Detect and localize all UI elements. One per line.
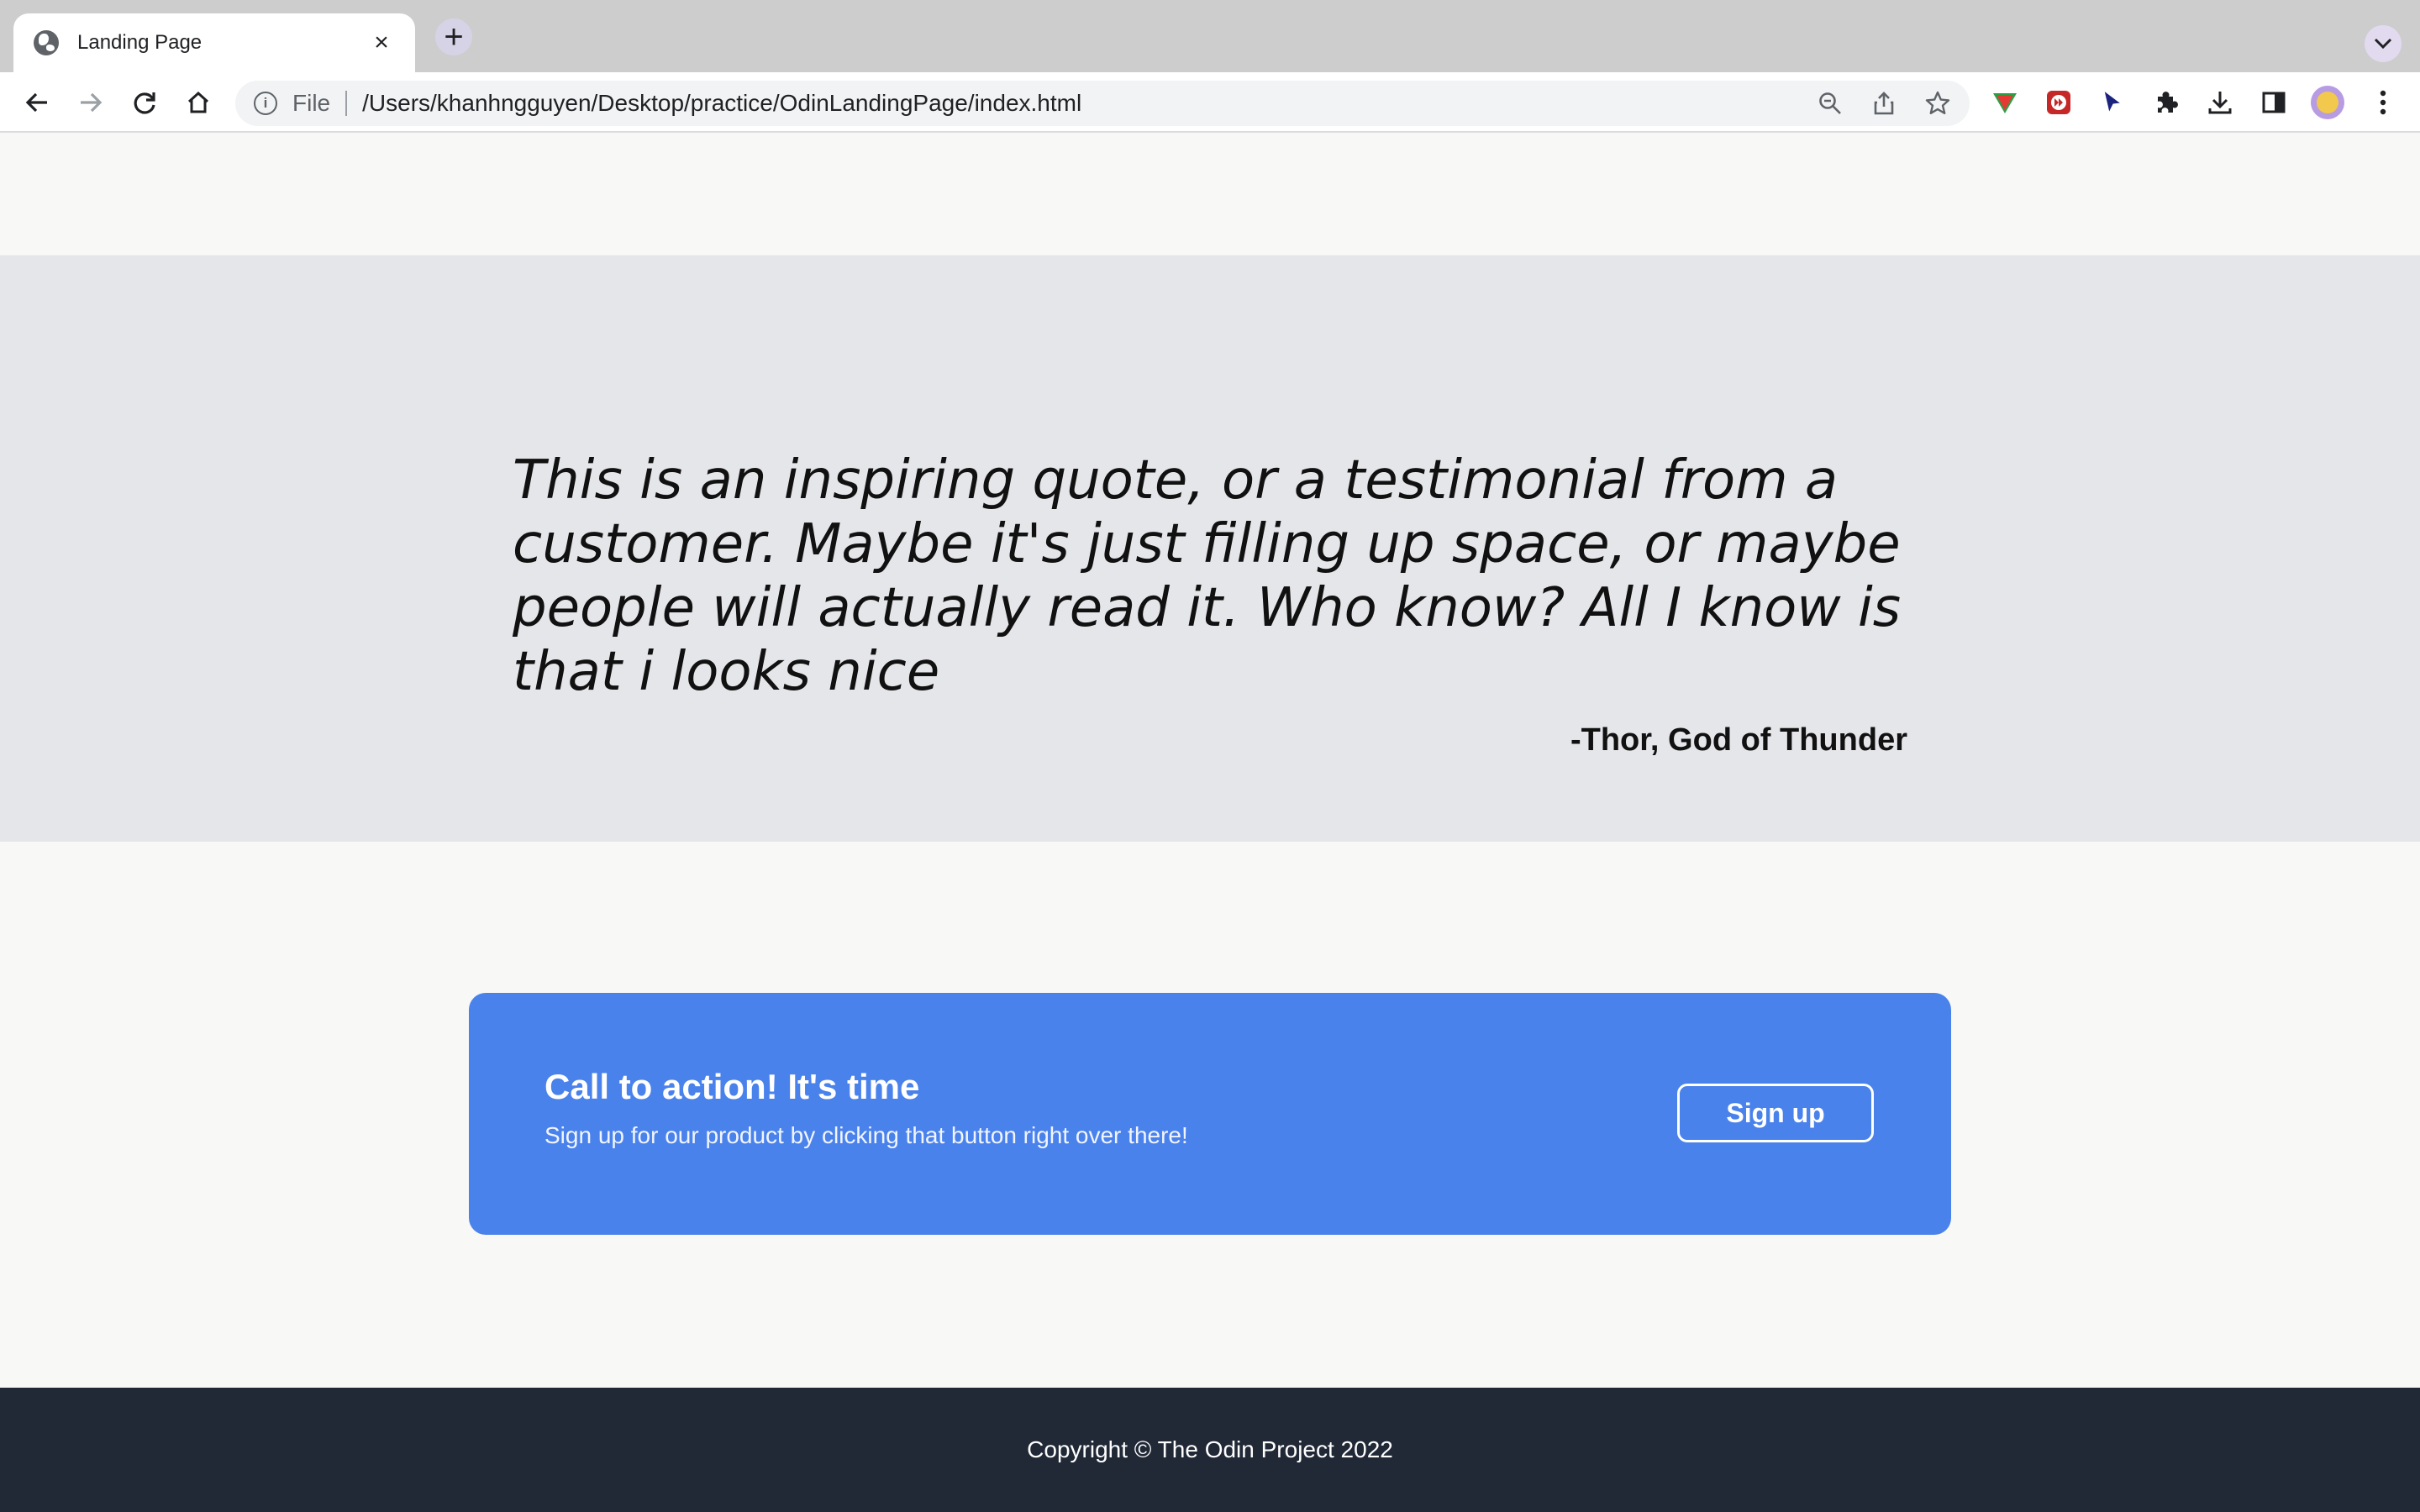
side-panel-button[interactable] bbox=[2255, 84, 2292, 121]
watermelon-extension-icon bbox=[1993, 93, 2017, 113]
menu-button[interactable] bbox=[2365, 84, 2402, 121]
call-to-action-box: Call to action! It's time Sign up for ou… bbox=[469, 993, 1951, 1235]
forward-button[interactable] bbox=[72, 84, 109, 121]
quote-block: This is an inspiring quote, or a testimo… bbox=[513, 449, 1907, 759]
bookmark-star-icon bbox=[1925, 91, 1950, 114]
browser-toolbar: i File /Users/khanhngguyen/Desktop/pract… bbox=[0, 72, 2420, 133]
bookmark-button[interactable] bbox=[1919, 87, 1956, 120]
back-arrow-icon bbox=[25, 92, 47, 113]
url-scheme: File bbox=[292, 90, 331, 116]
extensions-button[interactable] bbox=[2148, 84, 2185, 121]
reload-button[interactable] bbox=[126, 84, 163, 121]
info-icon[interactable]: i bbox=[254, 92, 277, 115]
tab-landing-page[interactable]: Landing Page × bbox=[13, 13, 415, 72]
cursor-extension-button[interactable] bbox=[2094, 84, 2131, 121]
cta-subtitle: Sign up for our product by clicking that… bbox=[544, 1122, 1188, 1148]
chevron-down-icon bbox=[2374, 38, 2392, 50]
forward-arrow-icon bbox=[81, 92, 103, 113]
side-panel-icon bbox=[2262, 92, 2286, 113]
watermelon-extension-button[interactable] bbox=[1986, 84, 2023, 121]
zoom-out-icon bbox=[1819, 92, 1841, 114]
share-button[interactable] bbox=[1865, 87, 1902, 120]
address-bar[interactable]: i File /Users/khanhngguyen/Desktop/pract… bbox=[235, 81, 1970, 126]
quote-author: -Thor, God of Thunder bbox=[1570, 722, 1907, 758]
profile-button[interactable] bbox=[2309, 84, 2346, 121]
downloads-button[interactable] bbox=[2202, 84, 2238, 121]
tab-strip: Landing Page × + bbox=[0, 0, 2420, 72]
page-content: This is an inspiring quote, or a testimo… bbox=[0, 134, 2420, 1512]
quote-text: This is an inspiring quote, or a testimo… bbox=[513, 449, 1902, 703]
tab-title: Landing Page bbox=[77, 31, 203, 54]
download-icon bbox=[2208, 92, 2232, 114]
home-button[interactable] bbox=[180, 84, 217, 121]
puzzle-extensions-icon bbox=[2158, 92, 2178, 113]
cta-title: Call to action! It's time bbox=[544, 1067, 920, 1106]
tab-search-button[interactable] bbox=[2365, 25, 2402, 62]
omnibox-actions bbox=[1812, 87, 1956, 120]
zoom-button[interactable] bbox=[1812, 87, 1849, 120]
red-extension-button[interactable] bbox=[2040, 84, 2077, 121]
cursor-extension-icon bbox=[2103, 89, 2123, 114]
profile-avatar-icon bbox=[2311, 86, 2344, 119]
reload-icon bbox=[134, 92, 155, 114]
new-tab-button[interactable]: + bbox=[435, 18, 472, 55]
home-icon bbox=[187, 91, 209, 113]
url-text[interactable]: /Users/khanhngguyen/Desktop/practice/Odi… bbox=[362, 90, 1081, 117]
close-tab-icon[interactable]: × bbox=[368, 29, 395, 56]
back-button[interactable] bbox=[18, 84, 55, 121]
sign-up-button[interactable]: Sign up bbox=[1677, 1084, 1874, 1142]
copyright-text: Copyright © The Odin Project 2022 bbox=[1027, 1436, 1393, 1462]
globe-icon bbox=[34, 30, 59, 55]
share-icon bbox=[1874, 92, 1894, 115]
divider bbox=[345, 91, 348, 116]
footer: Copyright © The Odin Project 2022 bbox=[0, 1388, 2420, 1512]
red-extension-icon bbox=[2047, 91, 2070, 114]
quote-section: This is an inspiring quote, or a testimo… bbox=[0, 255, 2420, 842]
kebab-menu-icon bbox=[2380, 90, 2386, 115]
